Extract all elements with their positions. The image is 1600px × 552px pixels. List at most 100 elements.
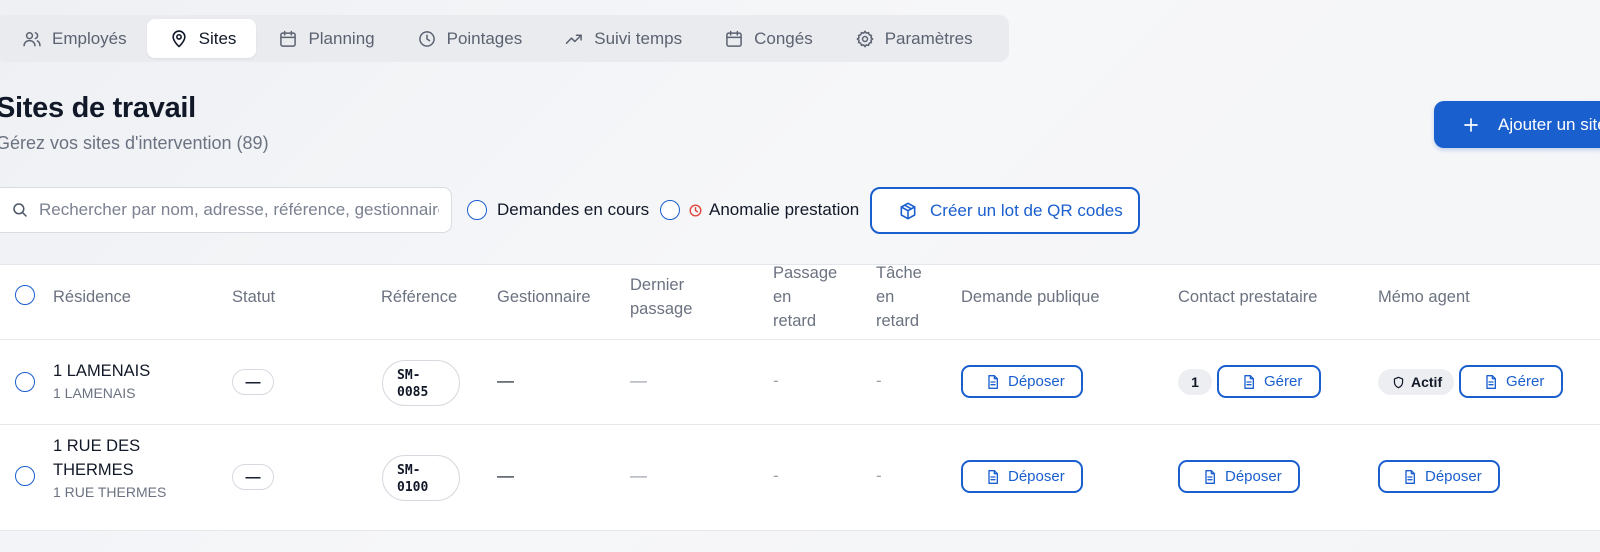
residence-name: THERMES [53,461,134,479]
button-label: Gérer [1264,373,1303,390]
tab-label: Congés [754,28,813,48]
create-qr-batch-label: Créer un lot de QR codes [930,200,1123,220]
gear-icon [856,30,874,47]
col-last-pass[interactable]: Dernier passage [630,273,692,321]
public-request-deposit-button[interactable]: Déposer [961,460,1083,493]
tab-suivi-temps[interactable]: Suivi temps [542,19,702,58]
alert-clock-icon [689,204,702,216]
col-late-task-line: Tâche [876,264,922,282]
clock-icon [418,30,435,47]
anomaly-radio[interactable] [660,200,680,220]
col-late-task-line: retard [876,312,920,330]
residence-subtitle: 1 LAMENAIS [53,385,136,401]
residence-subtitle: 1 RUE THERMES [53,484,167,500]
tab-label: Pointages [446,28,523,48]
provider-count-badge: 1 [1178,369,1212,395]
col-public-request[interactable]: Demande publique [961,285,1100,309]
col-last-pass-line: Dernier [630,276,685,294]
col-provider-contact[interactable]: Contact prestataire [1178,285,1317,309]
reference-badge: SM- 0085 [382,360,460,406]
col-late-pass-line: en [773,288,792,306]
memo-active-badge: Actif [1378,369,1455,395]
residence-name: 1 LAMENAIS [53,362,151,380]
status-badge: — [232,369,274,395]
table-header: Résidence Statut Référence Gestionnaire … [0,264,1600,340]
tab-label: Paramètres [884,28,973,48]
sites-table: Résidence Statut Référence Gestionnaire … [0,264,1600,531]
pending-requests-radio[interactable] [467,200,487,220]
tab-label: Suivi temps [594,28,683,48]
memo-deposit-button[interactable]: Déposer [1378,460,1500,493]
memo-active-label: Actif [1411,374,1443,390]
add-site-button[interactable]: Ajouter un site [1434,101,1600,148]
late-task-value: - [876,466,882,485]
reference-badge: SM- 0100 [382,455,460,501]
residence-name: 1 RUE DES [53,437,141,455]
tab-label: Employés [52,28,127,48]
late-pass-value: - [773,466,779,485]
calendar-icon [280,30,297,47]
residence-cell: 1 LAMENAIS 1 LAMENAIS [53,359,150,401]
document-icon [1405,469,1415,484]
document-icon [1244,374,1254,389]
manager-value: — [497,371,514,390]
status-badge: — [232,464,274,490]
col-late-task[interactable]: Tâche en retard [876,261,922,333]
create-qr-batch-button[interactable]: Créer un lot de QR codes [870,187,1140,234]
add-site-label: Ajouter un site [1498,114,1600,134]
row-select-checkbox[interactable] [15,466,35,486]
search-input[interactable] [39,200,439,220]
tab-sites[interactable]: Sites [146,19,257,58]
col-late-pass-line: retard [773,312,817,330]
tab-conges[interactable]: Congés [702,19,833,58]
search-icon [13,203,27,217]
col-manager[interactable]: Gestionnaire [497,285,591,309]
select-all-checkbox[interactable] [15,285,35,305]
provider-manage-button[interactable]: Gérer [1217,365,1321,398]
col-late-pass[interactable]: Passage en retard [773,261,837,333]
tab-label: Planning [308,28,375,48]
document-icon [988,374,998,389]
col-late-task-line: en [876,288,895,306]
late-pass-value: - [773,371,779,390]
provider-deposit-button[interactable]: Déposer [1178,460,1300,493]
tab-pointages[interactable]: Pointages [395,19,543,58]
plus-icon [1464,117,1478,132]
page-subtitle: Gérez vos sites d'intervention (89) [0,133,269,153]
tab-employes[interactable]: Employés [0,19,147,58]
col-late-pass-line: Passage [773,264,838,282]
col-reference[interactable]: Référence [381,285,457,309]
col-status[interactable]: Statut [232,285,275,309]
tab-parametres[interactable]: Paramètres [833,19,993,58]
row-select-checkbox[interactable] [15,372,35,392]
button-label: Déposer [1008,373,1065,390]
button-label: Déposer [1225,468,1282,485]
last-pass-value: — [630,466,647,485]
package-icon [900,202,916,219]
col-last-pass-line: passage [630,300,693,318]
document-icon [1486,374,1496,389]
pending-requests-label: Demandes en cours [497,200,650,219]
button-label: Gérer [1506,373,1545,390]
button-label: Déposer [1425,468,1482,485]
document-icon [1205,469,1215,484]
residence-cell: 1 RUE DES THERMES 1 RUE THERMES [53,434,166,500]
map-pin-icon [172,29,186,47]
anomaly-filter[interactable]: Anomalie prestation [660,200,859,220]
col-residence[interactable]: Résidence [53,285,131,309]
main-tabs: Employés Sites Planning Pointages Suivi … [0,15,1009,62]
memo-manage-button[interactable]: Gérer [1459,365,1563,398]
tab-planning[interactable]: Planning [256,19,394,58]
users-icon [23,31,41,46]
page-title: Sites de travail [0,92,196,124]
shield-icon [1393,376,1404,388]
manager-value: — [497,466,514,485]
col-agent-memo[interactable]: Mémo agent [1378,285,1470,309]
table-row[interactable]: 1 LAMENAIS 1 LAMENAIS — SM- 0085 — — - -… [0,340,1600,425]
public-request-deposit-button[interactable]: Déposer [961,365,1083,398]
calendar-icon [726,30,742,47]
search-box [0,187,452,233]
document-icon [988,469,998,484]
table-row[interactable]: 1 RUE DES THERMES 1 RUE THERMES — SM- 01… [0,425,1600,531]
pending-requests-filter[interactable]: Demandes en cours [467,200,649,220]
